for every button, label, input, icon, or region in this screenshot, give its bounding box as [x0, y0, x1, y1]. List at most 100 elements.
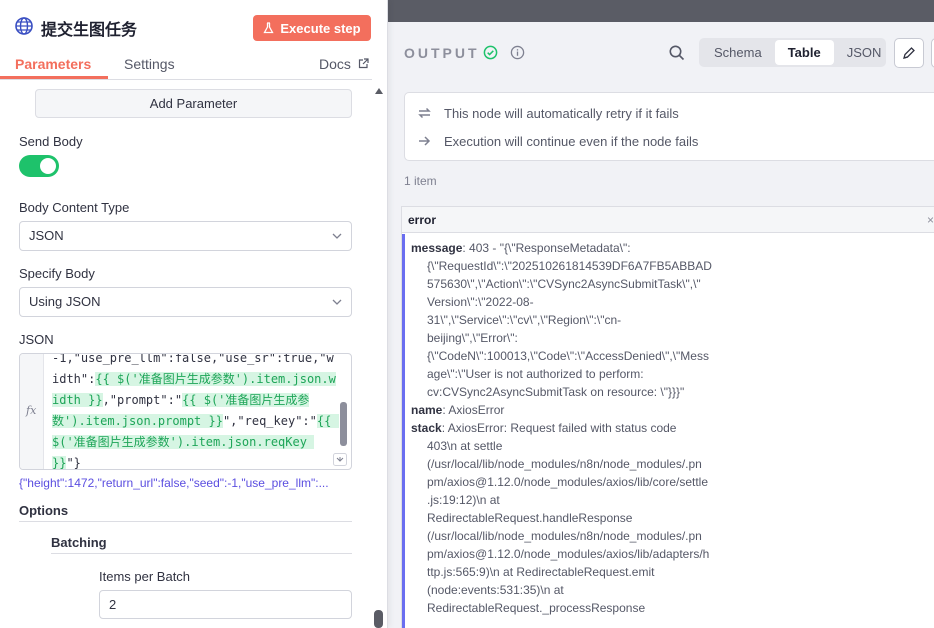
code-line: }}"} [52, 453, 338, 470]
editor-gutter: fx [20, 354, 44, 469]
code-text: "} [66, 456, 81, 470]
globe-icon [15, 17, 33, 35]
output-title: OUTPUT [404, 45, 480, 61]
stack-line: ttp.js:565:9)\n at RedirectableRequest.e… [427, 565, 655, 579]
code-text: ","req_key":" [222, 414, 317, 428]
execute-step-button[interactable]: Execute step [253, 15, 371, 41]
node-settings-notice: This node will automatically retry if it… [404, 92, 934, 161]
json-label: JSON [19, 332, 54, 347]
scroll-up-arrow[interactable] [375, 88, 383, 94]
name-entry: name: AxiosError [411, 401, 934, 419]
stack-key: stack [411, 421, 442, 435]
body-content-type-value: JSON [29, 228, 64, 243]
body-content-type-select[interactable]: JSON [19, 221, 352, 251]
stack-line: pm/axios@1.12.0/node_modules/axios/lib/c… [427, 475, 709, 489]
stack-line: pm/axios@1.12.0/node_modules/axios/lib/a… [427, 547, 710, 561]
node-title[interactable]: 提交生图任务 [41, 16, 137, 40]
view-schema-tab[interactable]: Schema [701, 40, 775, 65]
flask-icon [263, 22, 274, 34]
code-line: $('准备图片生成参数').item.json.reqKey [52, 432, 338, 453]
tab-parameters[interactable]: Parameters [15, 56, 91, 72]
stack-value: 403\n at settle (/usr/local/lib/node_modu… [411, 437, 934, 617]
add-parameter-button[interactable]: Add Parameter [35, 89, 352, 118]
view-json-tab[interactable]: JSON [834, 40, 895, 65]
message-value: {\"RequestId\":\"202510261814539DF6A7FB5… [411, 257, 934, 401]
options-label: Options [19, 503, 69, 518]
continue-notice-text: Execution will continue even if the node… [444, 133, 699, 149]
body-content-type-label: Body Content Type [19, 200, 130, 215]
name-value: : AxiosError [442, 403, 505, 417]
collapse-column-icon[interactable]: × [927, 207, 934, 233]
specify-body-label: Specify Body [19, 266, 95, 281]
message-line: {\"RequestId\":\"202510261814539DF6A7FB5… [427, 259, 712, 273]
message-line: 575630\",\"Action\":\"CVSync2AsyncSubmit… [427, 277, 701, 291]
stack-line-first: : AxiosError: Request failed with status… [441, 421, 677, 435]
name-key: name [411, 403, 443, 417]
editor-scrollbar-thumb[interactable] [340, 402, 347, 446]
send-body-toggle[interactable] [19, 155, 59, 177]
retry-notice-text: This node will automatically retry if it… [444, 105, 679, 121]
search-icon[interactable] [668, 44, 686, 62]
message-line-first: : 403 - "{\"ResponseMetadata\": [462, 241, 631, 255]
specify-body-select[interactable]: Using JSON [19, 287, 352, 317]
output-table: error × message: 403 - "{\"ResponseMetad… [401, 206, 934, 628]
code-line: idth":{{ $('准备图片生成参数').item.json.w [52, 369, 338, 390]
stack-line: .js:19:12)\n at [427, 493, 500, 507]
panel-scrollbar[interactable] [372, 88, 386, 628]
code-text: idth": [52, 372, 96, 386]
message-line: {\"CodeN\":100013,\"Code\":\"AccessDenie… [427, 349, 709, 363]
scroll-thumb[interactable] [374, 610, 383, 628]
stack-line: RedirectableRequest._processResponse [427, 601, 646, 615]
message-line: cv:CVSync2AsyncSubmitTask on resource: \… [427, 385, 685, 399]
stack-line: RedirectableRequest.handleResponse [427, 511, 633, 525]
message-entry: message: 403 - "{\"ResponseMetadata\": {… [411, 239, 934, 401]
options-divider [19, 521, 352, 522]
code-line: -1,"use_pre_llm":false,"use_sr":true,"w [52, 353, 338, 369]
tab-settings[interactable]: Settings [124, 56, 175, 72]
stack-line: (node:events:531:35)\n at [427, 583, 564, 597]
output-header: OUTPUT Schema Table JSON [388, 22, 934, 82]
panel-tabs: Parameters Settings Docs [0, 54, 372, 80]
stack-line: (/usr/local/lib/node_modules/n8n/node_mo… [427, 529, 702, 543]
stack-line: (/usr/local/lib/node_modules/n8n/node_mo… [427, 457, 702, 471]
expand-editor-icon[interactable] [333, 453, 347, 466]
json-result-preview: {"height":1472,"return_url":false,"seed"… [19, 476, 329, 490]
node-header: 提交生图任务 Execute step Parameters Settings … [0, 0, 388, 88]
code-line: idth }},"prompt":"{{ $('准备图片生成参 [52, 390, 338, 411]
code-expression: idth }} [52, 393, 103, 407]
column-header-label: error [408, 213, 437, 227]
code-text: ,"prompt":" [102, 393, 183, 407]
column-header-error[interactable]: error × [402, 207, 934, 233]
message-line: beijing\",\"Error\": [427, 331, 518, 345]
docs-link[interactable]: Docs [319, 56, 351, 72]
message-line: 31\",\"Service\":\"cv\",\"Region\":\"cn- [427, 313, 622, 327]
edit-output-button[interactable] [894, 38, 924, 68]
code-expression: {{ $('准备图片生成参 [182, 393, 310, 407]
code-expression: {{ $('准备图片生成参数').item.json.w [95, 372, 336, 386]
code-expression: $('准备图片生成参数').item.json.reqKey [52, 435, 315, 449]
message-key: message [411, 241, 463, 255]
message-line: Version\":\"2022-08- [427, 295, 534, 309]
code-expression: }} [52, 456, 67, 470]
chevron-down-icon [332, 233, 342, 239]
node-parameters-panel: 提交生图任务 Execute step Parameters Settings … [0, 0, 388, 628]
arrow-right-icon [419, 136, 431, 146]
items-per-batch-input[interactable]: 2 [99, 590, 352, 619]
view-mode-toggle: Schema Table JSON [699, 38, 886, 67]
canvas-strip [388, 0, 934, 22]
expression-fx-icon: fx [26, 404, 37, 417]
json-expression-editor[interactable]: fx -1,"use_pre_llm":false,"use_sr":true,… [19, 353, 352, 470]
json-code[interactable]: -1,"use_pre_llm":false,"use_sr":true,"wi… [52, 353, 339, 470]
batching-divider [51, 553, 352, 554]
code-text: -1,"use_pre_llm":false,"use_sr":true,"w [52, 353, 334, 365]
code-expression: 数').item.json.prompt }} [52, 414, 223, 428]
code-expression: {{ [316, 414, 339, 428]
view-table-tab[interactable]: Table [774, 40, 834, 65]
toggle-knob [40, 158, 56, 174]
retry-icon [418, 107, 431, 119]
info-icon[interactable] [510, 45, 525, 60]
execute-step-label: Execute step [280, 20, 361, 36]
code-line: 数').item.json.prompt }}","req_key":"{{ [52, 411, 339, 432]
item-count: 1 item [404, 174, 437, 188]
batching-label[interactable]: Batching [51, 535, 107, 550]
